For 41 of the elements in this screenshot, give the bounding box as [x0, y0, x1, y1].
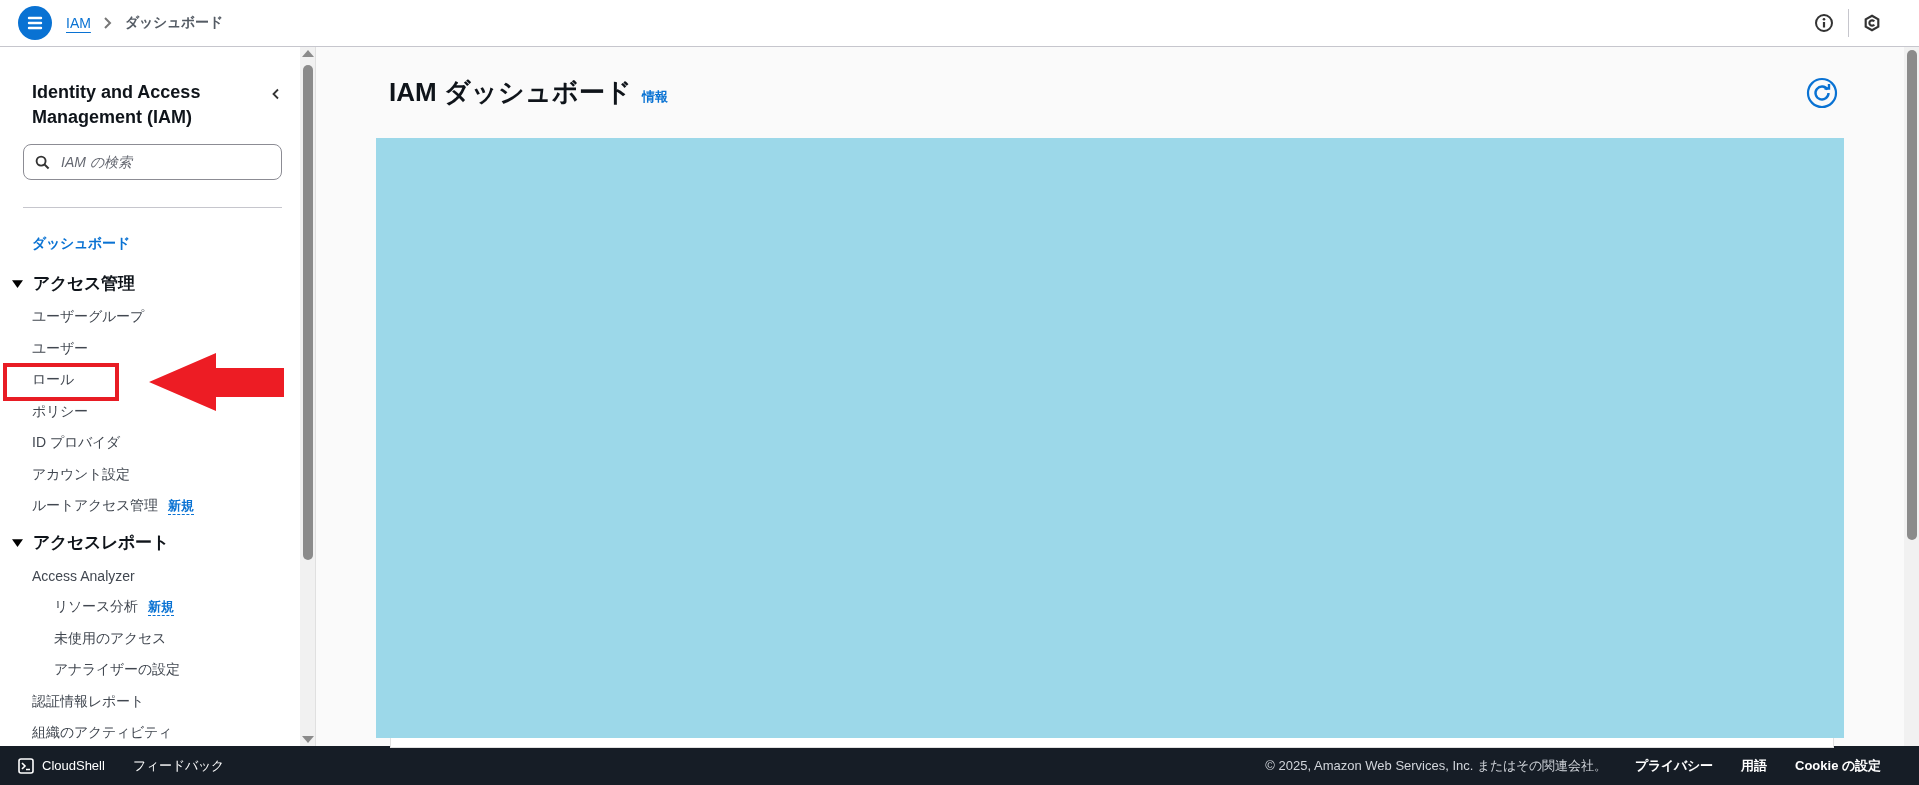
- feedback-link[interactable]: フィードバック: [132, 756, 224, 775]
- nav-link[interactable]: アナライザーの設定: [54, 661, 180, 680]
- new-label[interactable]: 新規: [148, 598, 174, 616]
- copyright-text: © 2025, Amazon Web Services, Inc. またはその関連会社。: [1265, 756, 1608, 775]
- nav-link[interactable]: Access Analyzer: [32, 567, 135, 584]
- scrollbar[interactable]: [300, 47, 315, 746]
- breadcrumb-current: ダッシュボード: [124, 14, 223, 32]
- section-header[interactable]: アクセス管理: [0, 265, 135, 302]
- terminal-icon: [18, 757, 34, 774]
- nav-link[interactable]: ロール: [32, 371, 74, 390]
- nav-link[interactable]: ユーザーグループ: [32, 308, 144, 327]
- nav-link[interactable]: 組織のアクティビティ: [32, 724, 172, 743]
- new-label[interactable]: 新規: [168, 497, 194, 515]
- sidebar-title: Identity and Access Management (IAM): [32, 81, 202, 129]
- nav-link[interactable]: リソース分析: [54, 598, 138, 617]
- arrow-icon: [149, 352, 284, 411]
- hexagon-icon[interactable]: [1863, 14, 1881, 32]
- info-link[interactable]: 情報: [641, 87, 668, 106]
- nav-link[interactable]: ダッシュボード: [32, 234, 130, 253]
- nav-link[interactable]: ユーザー: [32, 339, 88, 358]
- refresh-icon[interactable]: [1806, 76, 1838, 109]
- menu-button[interactable]: [18, 6, 52, 40]
- search-field[interactable]: IAM の検索: [23, 144, 282, 180]
- nav-link[interactable]: 未使用のアクセス: [54, 629, 166, 648]
- info-icon[interactable]: [1814, 13, 1834, 33]
- scrollbar-thumb[interactable]: [1906, 50, 1917, 540]
- cloudshell-button[interactable]: CloudShell: [18, 757, 105, 774]
- page-title: IAM ダッシュボード: [389, 76, 632, 109]
- footer-link[interactable]: プライバシー: [1635, 756, 1714, 775]
- nav-link[interactable]: ルートアクセス管理: [32, 497, 158, 516]
- breadcrumb-link[interactable]: IAM: [66, 15, 91, 31]
- nav-link[interactable]: ID プロバイダ: [32, 434, 120, 453]
- footer-link[interactable]: 用語: [1741, 756, 1768, 775]
- section-header[interactable]: アクセスレポート: [0, 524, 169, 560]
- footer-link[interactable]: Cookie の設定: [1795, 756, 1881, 775]
- nav-link[interactable]: アカウント設定: [32, 465, 130, 484]
- nav-link[interactable]: ポリシー: [32, 402, 88, 421]
- chevron-icon: [102, 16, 113, 30]
- page-scrollbar[interactable]: [1904, 47, 1919, 746]
- nav-link[interactable]: 認証情報レポート: [32, 692, 144, 711]
- scrollbar-thumb[interactable]: [302, 65, 313, 560]
